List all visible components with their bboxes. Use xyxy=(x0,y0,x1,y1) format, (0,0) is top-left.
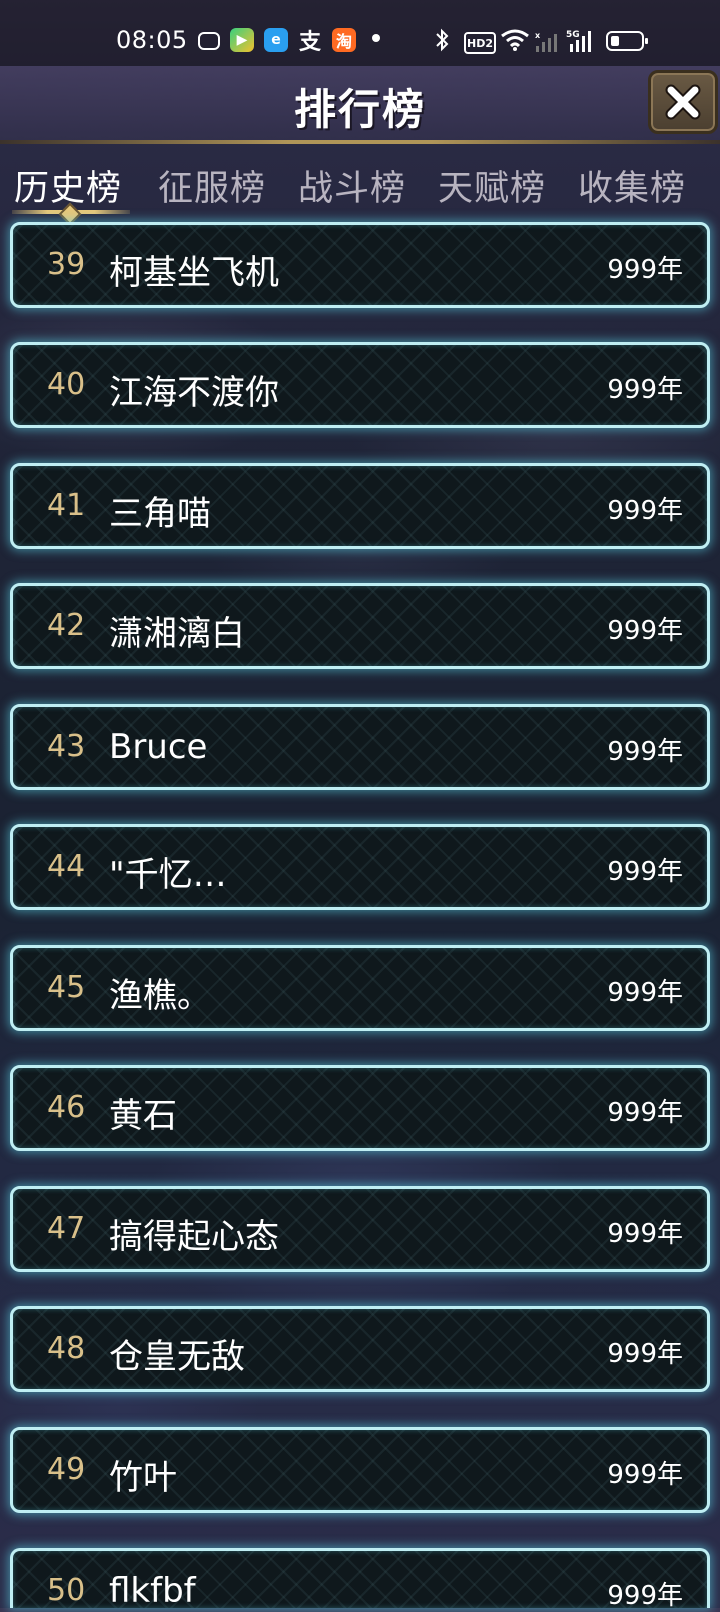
ranking-row[interactable]: 49 竹叶 999年 xyxy=(10,1427,710,1513)
tab-collection[interactable]: 收集榜 xyxy=(578,160,686,211)
tab-talent[interactable]: 天赋榜 xyxy=(438,160,546,211)
player-name: 潇湘漓白 xyxy=(109,614,245,654)
status-time: 08:05 xyxy=(116,26,188,54)
rank-number: 47 xyxy=(47,1211,86,1246)
hd-voice-icon: HD2 xyxy=(464,32,496,54)
player-name: 搞得起心态 xyxy=(109,1217,279,1257)
signal-sim2-icon: 5G xyxy=(566,28,596,52)
ranking-row[interactable]: 44 "千忆… 999年 xyxy=(10,824,710,910)
ranking-tabs: 历史榜 征服榜 战斗榜 天赋榜 收集榜 xyxy=(0,156,720,226)
rank-number: 46 xyxy=(47,1090,86,1125)
page-title: 排行榜 xyxy=(293,85,426,134)
player-name: Bruce xyxy=(109,727,208,767)
close-x-icon xyxy=(665,84,701,120)
rank-value: 999年 xyxy=(607,857,683,887)
alipay-icon: 支 xyxy=(298,30,321,55)
rank-value: 999年 xyxy=(607,496,683,526)
player-name: 三角喵 xyxy=(109,494,211,534)
rank-number: 39 xyxy=(47,247,86,282)
rank-value: 999年 xyxy=(607,1460,683,1490)
signal-sim1-icon: x xyxy=(534,30,558,52)
rank-value: 999年 xyxy=(607,978,683,1008)
header-divider xyxy=(0,140,720,144)
rank-number: 42 xyxy=(47,608,86,643)
player-name: flkfbf xyxy=(109,1571,196,1611)
rank-number: 49 xyxy=(47,1452,86,1487)
battery-icon xyxy=(606,31,648,51)
status-bar: 08:05 ▶ e 支 淘 HD2 x 5G xyxy=(0,0,720,66)
video-app-icon: ▶ xyxy=(230,28,254,52)
player-name: 江海不渡你 xyxy=(109,373,279,413)
rank-value: 999年 xyxy=(607,1581,683,1611)
rank-number: 44 xyxy=(47,849,86,884)
player-name: 渔樵。 xyxy=(109,976,211,1016)
ranking-row[interactable]: 39 柯基坐飞机 999年 xyxy=(10,222,710,308)
rank-value: 999年 xyxy=(607,616,683,646)
player-name: 柯基坐飞机 xyxy=(109,253,279,293)
svg-text:x: x xyxy=(535,31,541,40)
player-name: 仓皇无敌 xyxy=(109,1337,245,1377)
player-name: 黄石 xyxy=(109,1096,177,1136)
notification-dot-icon xyxy=(372,34,380,42)
ranking-row[interactable]: 41 三角喵 999年 xyxy=(10,463,710,549)
rank-value: 999年 xyxy=(607,375,683,405)
taobao-icon: 淘 xyxy=(332,28,356,52)
wifi-icon xyxy=(500,28,530,52)
rank-value: 999年 xyxy=(607,1219,683,1249)
rank-number: 48 xyxy=(47,1331,86,1366)
ranking-row[interactable]: 46 黄石 999年 xyxy=(10,1065,710,1151)
ranking-row[interactable]: 47 搞得起心态 999年 xyxy=(10,1186,710,1272)
ranking-row[interactable]: 43 Bruce 999年 xyxy=(10,704,710,790)
rank-value: 999年 xyxy=(607,737,683,767)
rank-number: 41 xyxy=(47,488,86,523)
rank-value: 999年 xyxy=(607,1098,683,1128)
tab-battle[interactable]: 战斗榜 xyxy=(298,160,406,211)
ranking-row[interactable]: 50 flkfbf 999年 xyxy=(10,1548,710,1611)
tv-app-icon xyxy=(198,32,220,50)
close-button[interactable] xyxy=(648,70,718,134)
tab-conquest[interactable]: 征服榜 xyxy=(158,160,266,211)
rank-value: 999年 xyxy=(607,1339,683,1369)
player-name: 竹叶 xyxy=(109,1458,177,1498)
rank-number: 40 xyxy=(47,367,86,402)
rank-number: 43 xyxy=(47,729,86,764)
bluetooth-icon xyxy=(430,28,454,52)
rank-number: 45 xyxy=(47,970,86,1005)
ranking-row[interactable]: 48 仓皇无敌 999年 xyxy=(10,1306,710,1392)
ranking-row[interactable]: 40 江海不渡你 999年 xyxy=(10,342,710,428)
rank-value: 999年 xyxy=(607,255,683,285)
ranking-row[interactable]: 42 潇湘漓白 999年 xyxy=(10,583,710,669)
ranking-row[interactable]: 45 渔樵。 999年 xyxy=(10,945,710,1031)
svg-text:5G: 5G xyxy=(566,30,580,40)
browser-app-icon: e xyxy=(264,28,288,52)
rank-number: 50 xyxy=(47,1573,86,1608)
player-name: "千忆… xyxy=(109,855,227,895)
